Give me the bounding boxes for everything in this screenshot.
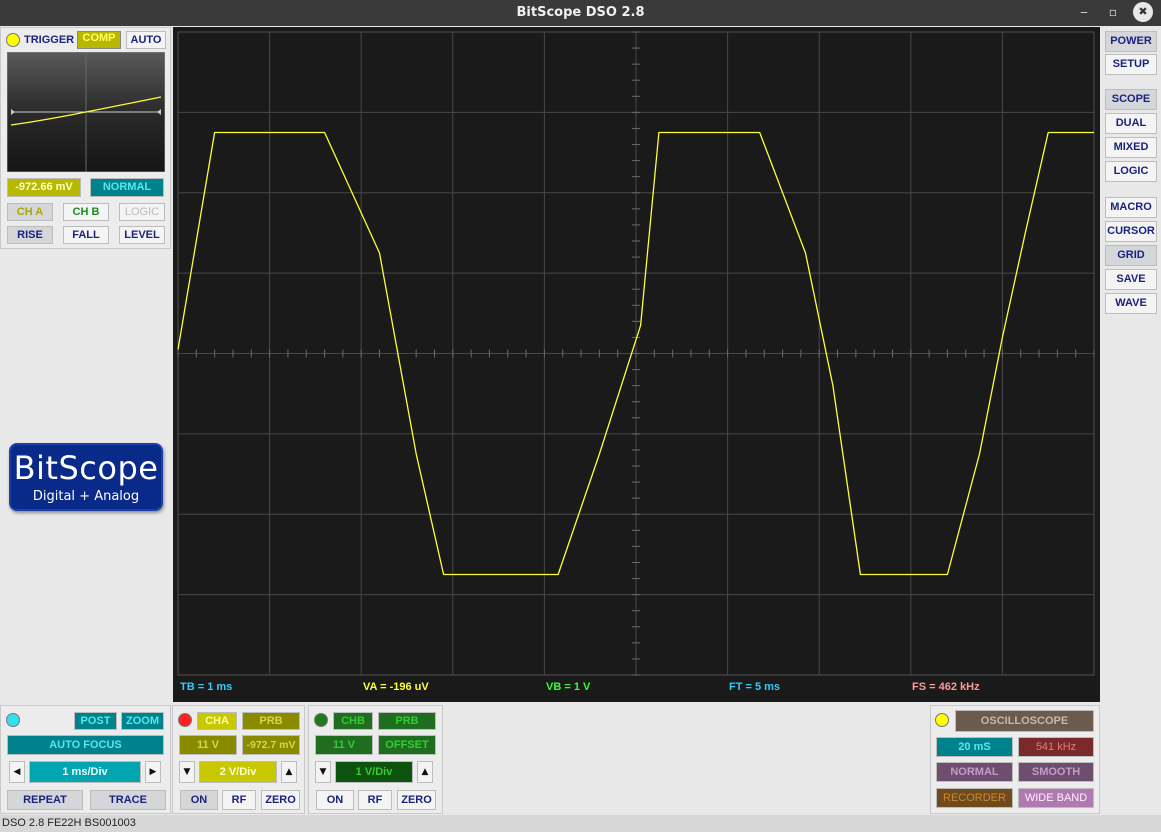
chb-offset-button[interactable]: OFFSET <box>378 735 436 755</box>
cursor-button[interactable]: CURSOR <box>1105 221 1157 242</box>
logo-brand: BitScope <box>13 449 159 487</box>
status-text: DSO 2.8 FE22H BS001003 <box>2 817 136 829</box>
chb-rf-button[interactable]: RF <box>358 790 392 810</box>
macro-button[interactable]: MACRO <box>1105 197 1157 218</box>
cha-probe-button[interactable]: PRB <box>242 712 300 730</box>
cha-vdiv-decrease-button[interactable]: ▼ <box>179 761 195 783</box>
trigger-label: TRIGGER <box>24 34 75 46</box>
arrow-right-icon: ▶ <box>149 767 157 777</box>
logic-button[interactable]: LOGIC <box>1105 161 1157 182</box>
oscilloscope-mode-button[interactable]: OSCILLOSCOPE <box>955 710 1094 732</box>
readout-va: VA = -196 uV <box>363 681 429 693</box>
auto-focus-button[interactable]: AUTO FOCUS <box>7 735 164 755</box>
timebase-increase-button[interactable]: ▶ <box>145 761 161 783</box>
capture-rate-value[interactable]: 541 kHz <box>1018 737 1094 757</box>
readout-tb: TB = 1 ms <box>180 681 233 693</box>
timebase-value[interactable]: 1 ms/Div <box>29 761 141 783</box>
arrow-down-icon: ▼ <box>319 767 327 777</box>
close-icon[interactable]: ✖ <box>1133 2 1153 22</box>
trace-button[interactable]: TRACE <box>90 790 166 810</box>
readout-vb: VB = 1 V <box>546 681 591 693</box>
chb-led[interactable] <box>314 713 328 727</box>
cha-rf-button[interactable]: RF <box>222 790 256 810</box>
title-bar: BitScope DSO 2.8 ‒ ▫ ✖ <box>0 0 1161 26</box>
source-logic-button[interactable]: LOGIC <box>119 203 165 221</box>
setup-button[interactable]: SETUP <box>1105 54 1157 75</box>
minimize-icon[interactable]: ‒ <box>1075 3 1093 21</box>
save-button[interactable]: SAVE <box>1105 269 1157 290</box>
chb-zero-button[interactable]: ZERO <box>397 790 436 810</box>
capture-duration-value[interactable]: 20 mS <box>936 737 1013 757</box>
source-chb-button[interactable]: CH B <box>63 203 109 221</box>
arrow-up-icon: ▲ <box>421 767 429 777</box>
chb-probe-button[interactable]: PRB <box>378 712 436 730</box>
readout-ft: FT = 5 ms <box>729 681 781 693</box>
repeat-button[interactable]: REPEAT <box>7 790 83 810</box>
capture-led[interactable] <box>935 713 949 727</box>
auto-button[interactable]: AUTO <box>126 31 166 49</box>
trigger-preview <box>7 52 165 172</box>
timebase-decrease-button[interactable]: ◀ <box>9 761 25 783</box>
chb-on-button[interactable]: ON <box>316 790 354 810</box>
cha-vdiv-value[interactable]: 2 V/Div <box>199 761 277 783</box>
normal-mode-button[interactable]: NORMAL <box>936 762 1013 782</box>
arrow-down-icon: ▼ <box>183 767 191 777</box>
level-button[interactable]: LEVEL <box>119 226 165 244</box>
scope-button[interactable]: SCOPE <box>1105 89 1157 110</box>
trigger-level-value[interactable]: -972.66 mV <box>7 178 81 197</box>
timebase-led[interactable] <box>6 713 20 727</box>
scope-display[interactable]: TB = 1 ms VA = -196 uV VB = 1 V FT = 5 m… <box>173 27 1100 702</box>
arrow-left-icon: ◀ <box>13 767 21 777</box>
logo-tagline: Digital + Analog <box>32 489 140 504</box>
fall-button[interactable]: FALL <box>63 226 109 244</box>
chb-range-button[interactable]: 11 V <box>315 735 373 755</box>
rise-button[interactable]: RISE <box>7 226 53 244</box>
trigger-led[interactable] <box>6 33 20 47</box>
dual-button[interactable]: DUAL <box>1105 113 1157 134</box>
wave-button[interactable]: WAVE <box>1105 293 1157 314</box>
cha-led[interactable] <box>178 713 192 727</box>
readout-fs: FS = 462 kHz <box>912 681 980 693</box>
cha-vdiv-increase-button[interactable]: ▲ <box>281 761 297 783</box>
grid-button[interactable]: GRID <box>1105 245 1157 266</box>
comp-button[interactable]: COMP <box>77 31 121 49</box>
cha-range-button[interactable]: 11 V <box>179 735 237 755</box>
chb-button[interactable]: CHB <box>333 712 373 730</box>
mixed-button[interactable]: MIXED <box>1105 137 1157 158</box>
chb-vdiv-decrease-button[interactable]: ▼ <box>315 761 331 783</box>
wide-band-button[interactable]: WIDE BAND <box>1018 788 1094 808</box>
cha-offset-value[interactable]: -972.7 mV <box>242 735 300 755</box>
smooth-mode-button[interactable]: SMOOTH <box>1018 762 1094 782</box>
status-bar: DSO 2.8 FE22H BS001003 <box>0 815 1161 832</box>
cha-zero-button[interactable]: ZERO <box>261 790 300 810</box>
bitscope-logo: BitScope Digital + Analog <box>9 443 163 511</box>
scope-plot <box>177 31 1095 676</box>
chb-vdiv-value[interactable]: 1 V/Div <box>335 761 413 783</box>
chb-vdiv-increase-button[interactable]: ▲ <box>417 761 433 783</box>
zoom-button[interactable]: ZOOM <box>121 712 164 730</box>
cha-button[interactable]: CHA <box>197 712 237 730</box>
window-title: BitScope DSO 2.8 <box>516 5 645 20</box>
power-button[interactable]: POWER <box>1105 31 1157 52</box>
post-button[interactable]: POST <box>74 712 117 730</box>
arrow-up-icon: ▲ <box>285 767 293 777</box>
cha-on-button[interactable]: ON <box>180 790 218 810</box>
restore-icon[interactable]: ▫ <box>1104 3 1122 21</box>
trigger-mode-normal[interactable]: NORMAL <box>90 178 164 197</box>
recorder-button[interactable]: RECORDER <box>936 788 1013 808</box>
source-cha-button[interactable]: CH A <box>7 203 53 221</box>
